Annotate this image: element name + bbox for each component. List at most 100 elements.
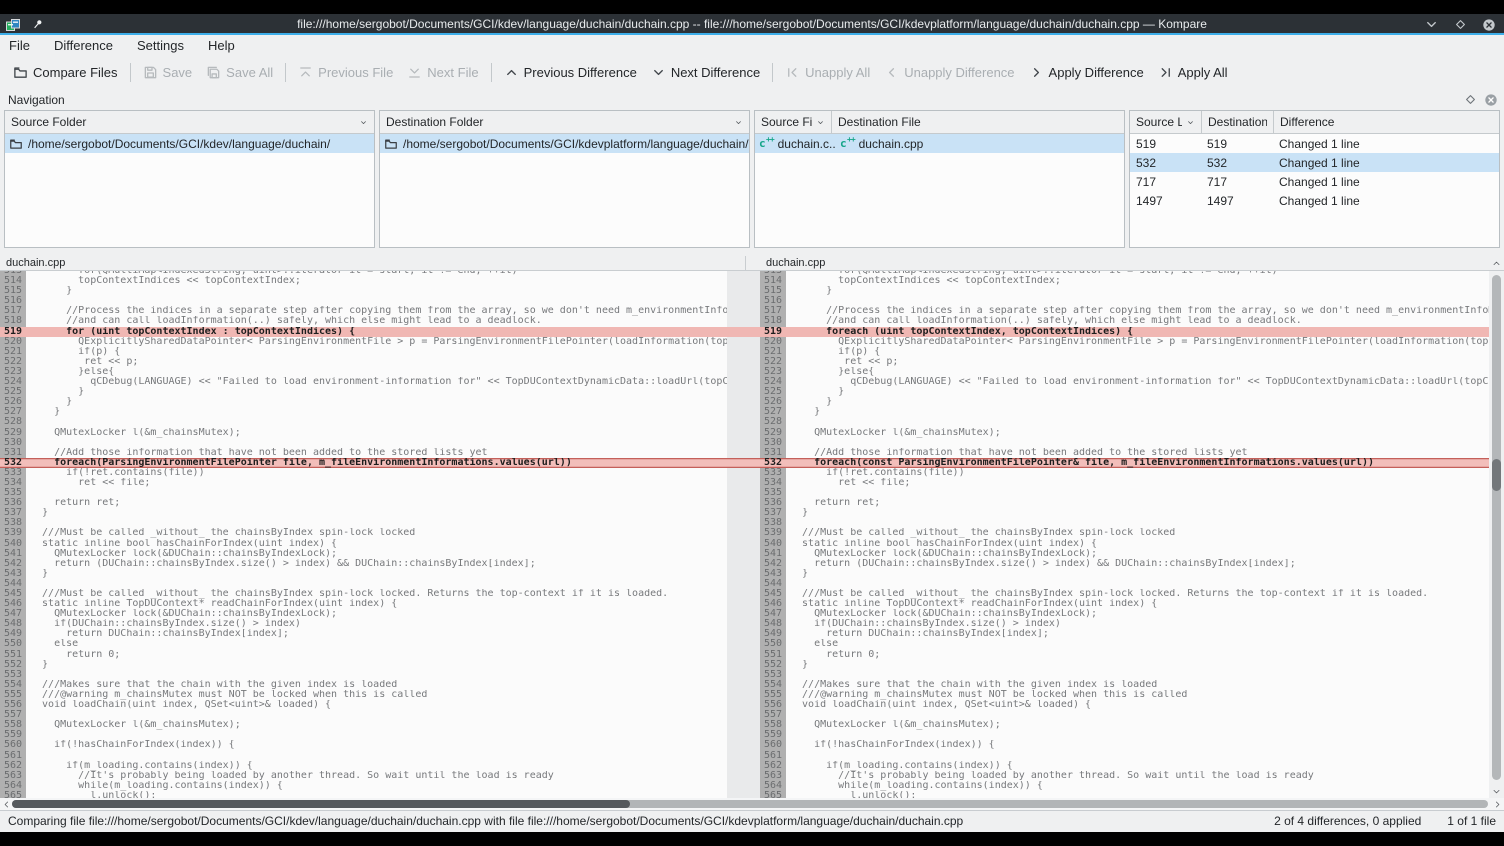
toolbar-button-compare-files[interactable]: Compare Files: [6, 61, 125, 84]
toolbar-button-save-all[interactable]: Save All: [199, 61, 280, 84]
destination-line-header[interactable]: Destination Line: [1201, 111, 1273, 133]
destination-file-header[interactable]: Destination File: [831, 111, 1124, 133]
horizontal-scrollbar[interactable]: [0, 798, 1504, 810]
left-line-number: 548: [0, 619, 26, 629]
right-code-text: if(DUChain::chainsByIndex.size() > index…: [786, 619, 1489, 629]
pane-connector: [727, 316, 760, 326]
menu-item-help[interactable]: Help: [208, 38, 235, 53]
difference-header[interactable]: Difference: [1273, 111, 1499, 133]
right-line-number: 538: [760, 518, 786, 528]
left-line-number: 523: [0, 367, 26, 377]
diff-row-515: 515 }515 }: [0, 286, 1489, 296]
pane-connector: [727, 387, 760, 397]
left-code-text: for (uint topContextIndex : topContextIn…: [26, 327, 727, 337]
difference-row-1497[interactable]: 14971497Changed 1 line: [1130, 191, 1499, 210]
toolbar-button-next-file[interactable]: Next File: [400, 61, 485, 84]
hscroll-thumb[interactable]: [12, 800, 630, 808]
left-code-text: [26, 730, 727, 740]
folder-icon: [9, 137, 23, 151]
app-icon[interactable]: [5, 17, 21, 33]
toolbar-button-apply-difference[interactable]: Apply Difference: [1022, 61, 1151, 84]
dock-float-icon[interactable]: [1464, 93, 1477, 106]
menu-item-settings[interactable]: Settings: [137, 38, 184, 53]
hscroll-right-arrow[interactable]: [1493, 798, 1502, 810]
difference-row-519[interactable]: 519519Changed 1 line: [1130, 134, 1499, 153]
close-window-icon[interactable]: [1482, 18, 1496, 32]
right-code-text: return ret;: [786, 498, 1489, 508]
right-line-number: 556: [760, 700, 786, 710]
right-code-text: }: [786, 407, 1489, 417]
toolbar-button-apply-all[interactable]: Apply All: [1151, 61, 1235, 84]
vscroll-down-arrow[interactable]: [1489, 784, 1504, 798]
difference-cell: 519: [1130, 137, 1201, 151]
pane-connector: [727, 327, 760, 337]
right-code-text: return (DUChain::chainsByIndex.size() > …: [786, 559, 1489, 569]
destination-folder-row[interactable]: /home/sergobot/Documents/GCI/kdevplatfor…: [380, 134, 749, 153]
left-line-number: 526: [0, 397, 26, 407]
menu-item-difference[interactable]: Difference: [54, 38, 113, 53]
diff-row-531: 531 //Add those information that have no…: [0, 448, 1489, 458]
source-line-header[interactable]: Source Line: [1130, 111, 1201, 133]
left-line-number: 558: [0, 720, 26, 730]
pane-connector: [727, 428, 760, 438]
hscroll-left-arrow[interactable]: [2, 798, 11, 810]
vertical-scrollbar[interactable]: [1489, 271, 1504, 798]
difference-cell: 532: [1201, 156, 1273, 170]
menu-item-file[interactable]: File: [9, 38, 30, 53]
vscroll-track[interactable]: [1492, 275, 1501, 780]
left-code-text: ///@warning m_chainsMutex must NOT be lo…: [26, 690, 727, 700]
toolbar-button-unapply-all[interactable]: Unapply All: [778, 61, 877, 84]
right-code-text: //and can call loadInformation(..) safel…: [786, 316, 1489, 326]
source-folder-row[interactable]: /home/sergobot/Documents/GCI/kdev/langua…: [5, 134, 374, 153]
toolbar-button-label: Save: [163, 65, 193, 80]
vscroll-thumb[interactable]: [1492, 459, 1501, 491]
right-line-number: 562: [760, 761, 786, 771]
splitter[interactable]: [0, 248, 1504, 256]
diff-row-519[interactable]: 519 for (uint topContextIndex : topConte…: [0, 327, 1489, 337]
pin-icon[interactable]: [31, 18, 44, 31]
destination-folder-header[interactable]: Destination Folder: [380, 111, 749, 133]
vscroll-up-arrow[interactable]: [1489, 256, 1504, 271]
dock-close-icon[interactable]: [1484, 93, 1498, 107]
left-line-number: 560: [0, 740, 26, 750]
pane-connector: [727, 539, 760, 549]
toolbar-button-save[interactable]: Save: [136, 61, 200, 84]
toolbar-button-unapply-difference[interactable]: Unapply Difference: [877, 61, 1021, 84]
right-code-text: [786, 438, 1489, 448]
right-line-number: 564: [760, 781, 786, 791]
right-code-text: if(!hasChainForIndex(index)) {: [786, 740, 1489, 750]
screen: file:///home/sergobot/Documents/GCI/kdev…: [0, 0, 1504, 846]
right-line-number: 551: [760, 650, 786, 660]
source-file-header[interactable]: Source File: [755, 111, 831, 133]
pane-connector: [727, 407, 760, 417]
left-code-text: }else{: [26, 367, 727, 377]
difference-row-532[interactable]: 532532Changed 1 line: [1130, 153, 1499, 172]
diff-row-561: 561561: [0, 751, 1489, 761]
pane-connector: [727, 448, 760, 458]
toolbar-button-previous-difference[interactable]: Previous Difference: [497, 61, 644, 84]
diff-row-537: 537 }537 }: [0, 508, 1489, 518]
pane-connector: [727, 599, 760, 609]
difference-row-717[interactable]: 717717Changed 1 line: [1130, 172, 1499, 191]
right-line-number: 532: [760, 458, 786, 468]
diff-row-559: 559559: [0, 730, 1489, 740]
left-line-number: 546: [0, 599, 26, 609]
right-code-text: //Process the indices in a separate step…: [786, 306, 1489, 316]
chevron-down-icon: [1186, 118, 1195, 127]
source-folder-header[interactable]: Source Folder: [5, 111, 374, 133]
difference-cell: 1497: [1130, 194, 1201, 208]
toolbar-button-next-difference[interactable]: Next Difference: [644, 61, 767, 84]
chevron-left-bar-icon: [785, 65, 800, 80]
left-line-number: 551: [0, 650, 26, 660]
destination-folder-panel: Destination Folder /home/sergobot/Docume…: [379, 110, 750, 248]
shade-window-icon[interactable]: [1424, 17, 1439, 32]
diff-row-532[interactable]: 532 foreach(ParsingEnvironmentFilePointe…: [0, 458, 1489, 468]
toolbar-button-previous-file[interactable]: Previous File: [291, 61, 400, 84]
left-code-text: [26, 296, 727, 306]
toolbar-separator: [491, 63, 492, 82]
maximize-window-icon[interactable]: [1454, 18, 1467, 31]
right-code-text: ///@warning m_chainsMutex must NOT be lo…: [786, 690, 1489, 700]
left-code-text: topContextIndices << topContextIndex;: [26, 276, 727, 286]
right-line-number: 536: [760, 498, 786, 508]
file-pair-row[interactable]: c++ duchain.c... c++ duchain.cpp: [755, 134, 1124, 153]
